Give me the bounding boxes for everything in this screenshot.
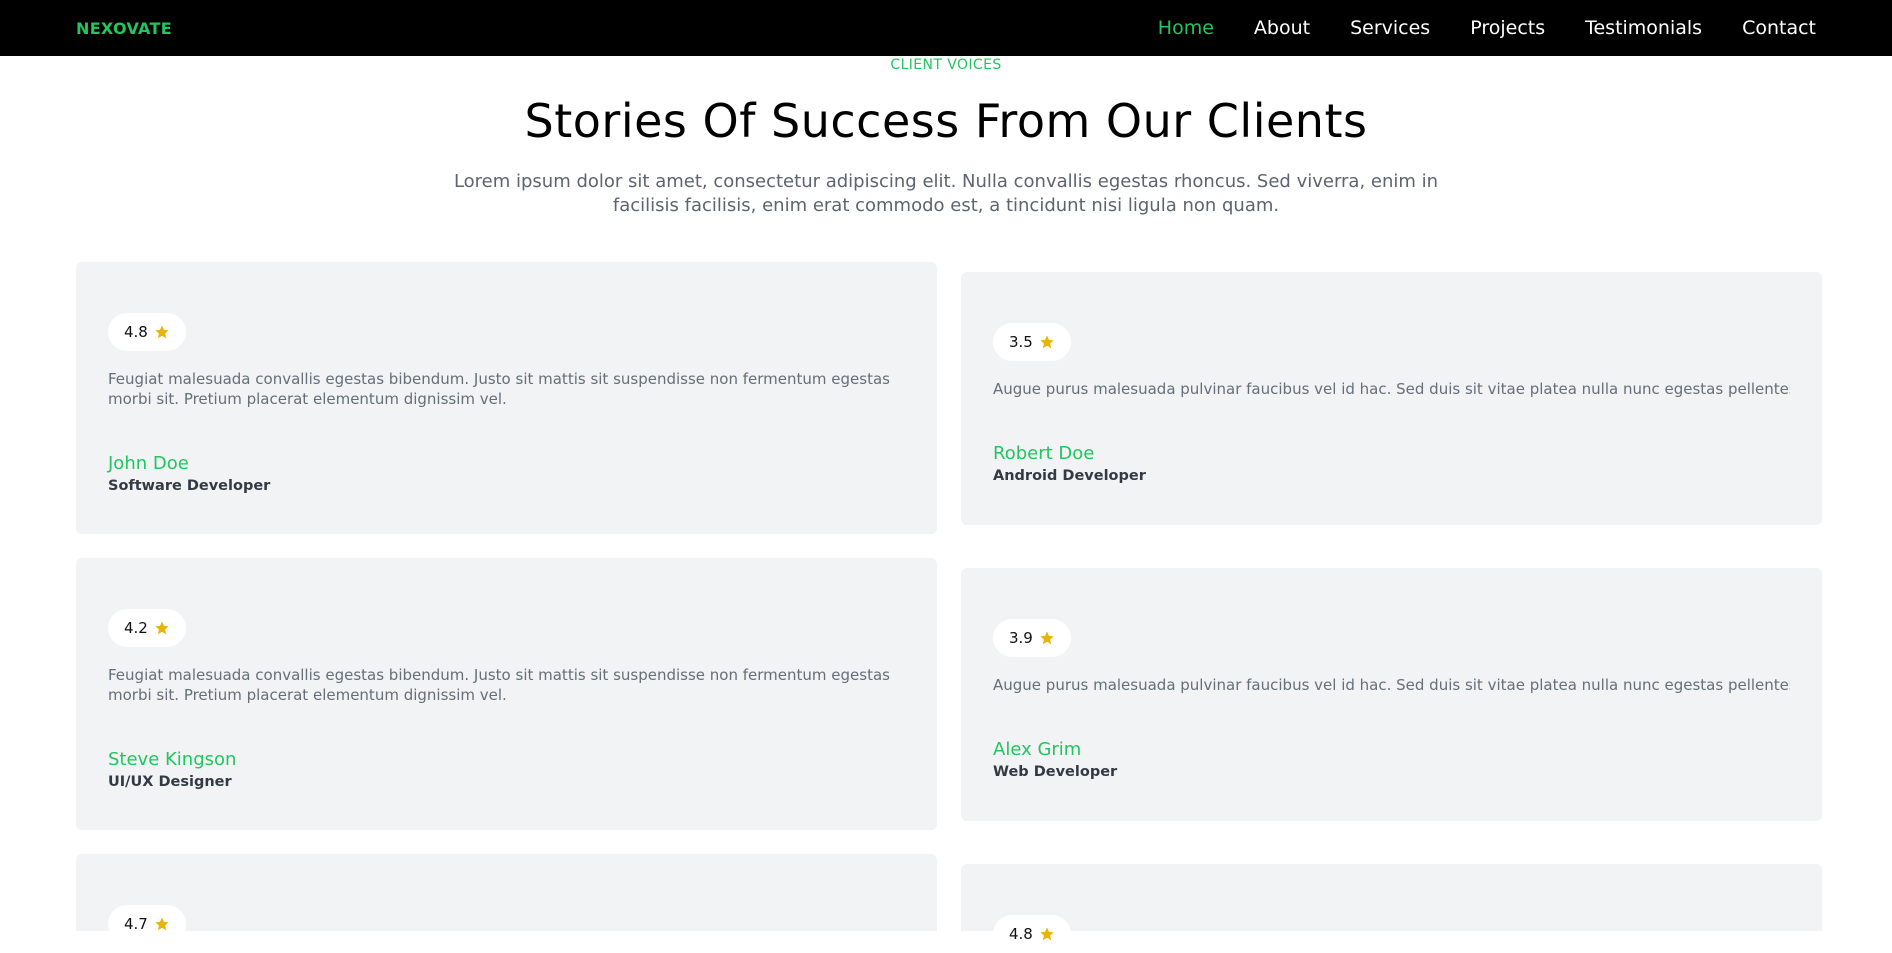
- testimonial-card: 3.9 Augue purus malesuada pulvinar fauci…: [961, 568, 1822, 821]
- testimonial-card: 4.8: [961, 864, 1822, 953]
- nav-links: Home About Services Projects Testimonial…: [1158, 17, 1816, 39]
- rating-value: 3.9: [1009, 629, 1033, 647]
- section-title: Stories Of Success From Our Clients: [524, 94, 1368, 148]
- star-icon: [155, 917, 169, 931]
- testimonial-card: 4.2 Feugiat malesuada convallis egestas …: [76, 558, 937, 830]
- rating-value: 4.8: [1009, 925, 1033, 943]
- nav-link-about[interactable]: About: [1254, 17, 1310, 39]
- rating-badge: 4.8: [993, 915, 1071, 953]
- top-navbar: NEXOVATE Home About Services Projects Te…: [0, 0, 1892, 56]
- rating-value: 4.7: [124, 915, 148, 933]
- rating-badge: 4.8: [108, 313, 186, 351]
- testimonial-quote: Feugiat malesuada convallis egestas bibe…: [108, 666, 890, 704]
- nav-link-projects[interactable]: Projects: [1470, 17, 1545, 39]
- rating-value: 4.8: [124, 323, 148, 341]
- nav-link-testimonials[interactable]: Testimonials: [1585, 17, 1702, 39]
- rating-value: 4.2: [124, 619, 148, 637]
- section-eyebrow: CLIENT VOICES: [890, 57, 1002, 73]
- nav-link-contact[interactable]: Contact: [1742, 17, 1816, 39]
- testimonial-quote: Augue purus malesuada pulvinar faucibus …: [993, 380, 1790, 398]
- testimonial-role: UI/UX Designer: [108, 774, 232, 790]
- nav-link-home[interactable]: Home: [1158, 17, 1214, 39]
- star-icon: [155, 621, 169, 635]
- section-intro: Lorem ipsum dolor sit amet, consectetur …: [453, 171, 1439, 216]
- testimonial-author: John Doe: [108, 453, 189, 474]
- star-icon: [155, 325, 169, 339]
- nav-link-services[interactable]: Services: [1350, 17, 1430, 39]
- testimonial-quote: Feugiat malesuada convallis egestas bibe…: [108, 370, 890, 408]
- testimonial-role: Software Developer: [108, 478, 271, 494]
- rating-badge: 3.9: [993, 619, 1071, 657]
- testimonial-card: 4.7: [76, 854, 937, 943]
- rating-badge: 4.2: [108, 609, 186, 647]
- testimonial-role: Web Developer: [993, 764, 1118, 780]
- testimonial-author: Steve Kingson: [108, 749, 237, 770]
- rating-badge: 3.5: [993, 323, 1071, 361]
- testimonial-card: 4.8 Feugiat malesuada convallis egestas …: [76, 262, 937, 534]
- testimonial-card: 3.5 Augue purus malesuada pulvinar fauci…: [961, 272, 1822, 525]
- star-icon: [1040, 927, 1054, 941]
- star-icon: [1040, 631, 1054, 645]
- rating-badge: 4.7: [108, 905, 186, 943]
- testimonial-author: Robert Doe: [993, 443, 1095, 464]
- testimonial-role: Android Developer: [993, 468, 1146, 484]
- star-icon: [1040, 335, 1054, 349]
- rating-value: 3.5: [1009, 333, 1033, 351]
- brand-logo[interactable]: NEXOVATE: [76, 19, 172, 38]
- testimonial-quote: Augue purus malesuada pulvinar faucibus …: [993, 676, 1790, 694]
- testimonial-author: Alex Grim: [993, 739, 1082, 760]
